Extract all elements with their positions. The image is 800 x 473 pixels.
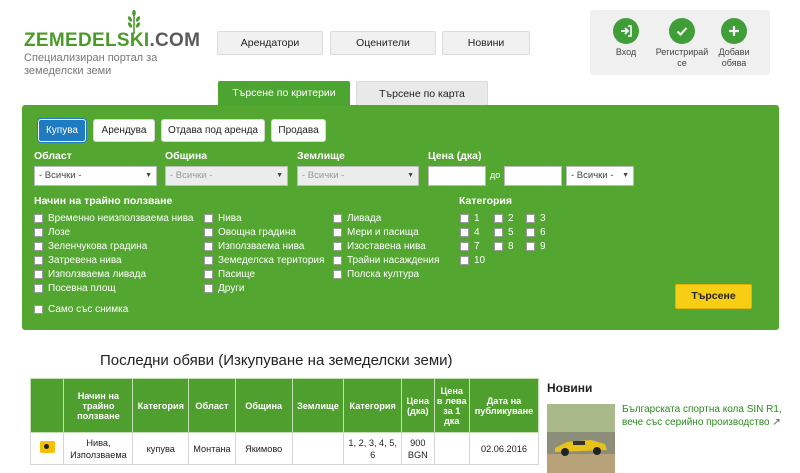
usage-checkbox[interactable]: Посевна площ <box>34 283 116 294</box>
usage-checkbox[interactable]: Използваема нива <box>204 241 304 252</box>
usage-checkbox[interactable]: Лозе <box>34 227 70 238</box>
category-checkbox[interactable]: 5 <box>494 227 514 238</box>
site-tagline: Специализиран портал за земеделски земи <box>24 52 158 77</box>
category-checkbox[interactable]: 1 <box>460 213 480 224</box>
chevron-down-icon: ▼ <box>622 172 629 179</box>
usage-checkbox[interactable]: Други <box>204 283 244 294</box>
usage-checkbox[interactable]: Земеделска територия <box>204 255 324 266</box>
table-row[interactable]: Нива, Използваема купува Монтана Якимово… <box>29 432 540 465</box>
category-checkbox[interactable]: 4 <box>460 227 480 238</box>
usage-checkbox[interactable]: Овощна градина <box>204 227 296 238</box>
type-sell-button[interactable]: Продава <box>271 119 326 142</box>
usage-checkbox[interactable]: Пасище <box>204 269 255 280</box>
usage-checkbox[interactable]: Ливада <box>333 213 381 224</box>
price-label: Цена (дка) <box>428 150 482 162</box>
news-heading: Новини <box>547 381 593 395</box>
chevron-down-icon: ▼ <box>145 172 152 179</box>
logo-wordmark: ZEMEDELSKI.COM <box>24 30 201 51</box>
search-submit-button[interactable]: Търсене <box>675 284 752 309</box>
nav-tenants[interactable]: Арендатори <box>217 31 323 55</box>
usage-checkbox[interactable]: Зеленчукова градина <box>34 241 147 252</box>
usage-checkbox[interactable]: Изоставена нива <box>333 241 426 252</box>
currency-select[interactable]: - Всички - ▼ <box>566 166 634 186</box>
municipality-label: Община <box>165 150 208 162</box>
category-checkbox[interactable]: 6 <box>526 227 546 238</box>
tab-search-map[interactable]: Търсене по карта <box>356 81 488 105</box>
land-label: Землище <box>297 150 345 162</box>
camera-icon <box>39 441 55 453</box>
usage-checkbox[interactable]: Нива <box>204 213 242 224</box>
col-date[interactable]: Дата на публикуване <box>468 378 540 433</box>
listing-title: Последни обяви (Изкупуване на земеделски… <box>100 352 453 369</box>
col-category[interactable]: Категория <box>343 378 403 433</box>
category-checkbox[interactable]: 7 <box>460 241 480 252</box>
news-thumbnail[interactable] <box>547 404 615 473</box>
user-menu: Вход Регистрирай се Добави обява <box>590 10 770 75</box>
register-button[interactable]: Регистрирай се <box>654 18 710 69</box>
category-checkbox[interactable]: 2 <box>494 213 514 224</box>
chevron-down-icon: ▼ <box>407 172 414 179</box>
col-price-per[interactable]: Цена в лева за 1 дка <box>433 378 470 433</box>
category-checkbox[interactable]: 10 <box>460 255 485 266</box>
chevron-down-icon: ▼ <box>276 172 283 179</box>
search-panel: Купува Арендува Отдава под аренда Продав… <box>22 105 779 330</box>
region-select[interactable]: - Всички - ▼ <box>34 166 157 186</box>
photo-only-checkbox[interactable]: Само със снимка <box>34 304 128 315</box>
external-link-icon: ↗ <box>772 416 781 428</box>
col-type[interactable]: Категория <box>132 378 190 433</box>
type-buy-button[interactable]: Купува <box>38 119 86 142</box>
price-to-label: до <box>490 170 501 180</box>
usage-label: Начин на трайно ползване <box>34 195 173 207</box>
price-from-input[interactable] <box>428 166 486 186</box>
usage-checkbox[interactable]: Полска култура <box>333 269 419 280</box>
table-header-row: Начин на трайно ползване Категория Облас… <box>29 378 540 433</box>
usage-checkbox[interactable]: Затревена нива <box>34 255 122 266</box>
col-usage[interactable]: Начин на трайно ползване <box>63 378 134 433</box>
category-label: Категория <box>459 195 513 207</box>
col-region[interactable]: Област <box>188 378 236 433</box>
col-land[interactable]: Землище <box>291 378 345 433</box>
price-to-input[interactable] <box>504 166 562 186</box>
plus-icon <box>721 18 747 44</box>
usage-checkbox[interactable]: Използваема ливада <box>34 269 146 280</box>
nav-appraisers[interactable]: Оценители <box>330 31 436 55</box>
usage-checkbox[interactable]: Временно неизползваема нива <box>34 213 193 224</box>
type-rent-out-button[interactable]: Отдава под аренда <box>161 119 265 142</box>
usage-checkbox[interactable]: Трайни насаждения <box>333 255 439 266</box>
login-button[interactable]: Вход <box>598 18 654 58</box>
category-checkbox[interactable]: 8 <box>494 241 514 252</box>
nav-news[interactable]: Новини <box>442 31 530 55</box>
news-item-link[interactable]: Българската спортна кола SIN R1, вече съ… <box>622 404 782 429</box>
login-icon <box>613 18 639 44</box>
tab-search-criteria[interactable]: Търсене по критерии <box>218 81 350 105</box>
listing-table: Начин на трайно ползване Категория Облас… <box>29 378 540 465</box>
checkmark-icon <box>669 18 695 44</box>
municipality-select[interactable]: - Всички - ▼ <box>165 166 288 186</box>
type-lease-button[interactable]: Арендува <box>93 119 155 142</box>
region-label: Област <box>34 150 72 162</box>
category-checkbox[interactable]: 9 <box>526 241 546 252</box>
col-municipality[interactable]: Община <box>234 378 293 433</box>
add-listing-button[interactable]: Добави обява <box>706 18 762 69</box>
land-select[interactable]: - Всички - ▼ <box>297 166 419 186</box>
col-price[interactable]: Цена (дка) <box>401 378 435 433</box>
col-photo <box>29 378 65 433</box>
category-checkbox[interactable]: 3 <box>526 213 546 224</box>
usage-checkbox[interactable]: Мери и пасища <box>333 227 419 238</box>
